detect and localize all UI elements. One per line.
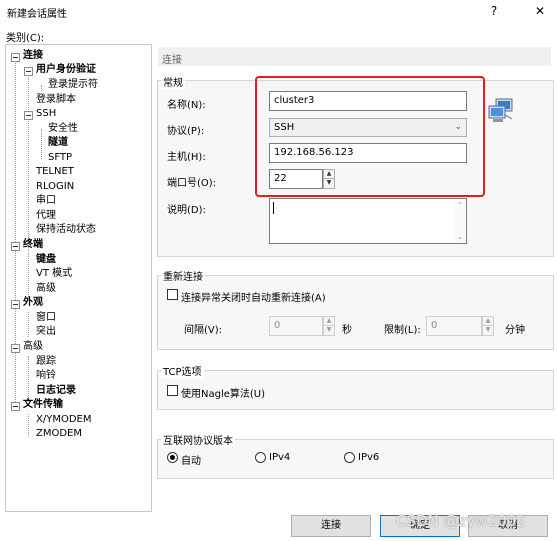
spin-down-icon[interactable]: ▼: [483, 326, 493, 335]
category-tree[interactable]: 连接 用户身份验证 登录提示符 登录脚本 SSH 安全性 隧道 SFTP TEL…: [5, 44, 152, 512]
description-label: 说明(D):: [167, 205, 206, 216]
collapse-icon[interactable]: [11, 242, 20, 251]
collapse-icon[interactable]: [11, 402, 20, 411]
tree-item-xymodem[interactable]: X/YMODEM: [36, 413, 91, 427]
host-label: 主机(H):: [167, 152, 206, 163]
ipv4-radio[interactable]: [255, 452, 266, 463]
ip-version-group-title: 互联网协议版本: [161, 432, 235, 447]
collapse-icon[interactable]: [24, 111, 33, 120]
tree-item-logging[interactable]: 日志记录: [36, 384, 76, 398]
tree-item-security[interactable]: 安全性: [48, 122, 78, 136]
collapse-icon[interactable]: [24, 67, 33, 76]
collapse-icon[interactable]: [11, 53, 20, 62]
tree-item-login-prompt[interactable]: 登录提示符: [48, 78, 98, 92]
general-group-title: 常规: [161, 74, 185, 89]
tree-item-ssh[interactable]: SSH: [36, 107, 56, 121]
interval-unit: 秒: [342, 325, 352, 336]
tree-item-terminal[interactable]: 终端: [23, 238, 43, 252]
tree-item-bell[interactable]: 响铃: [36, 369, 56, 383]
tree-item-zmodem[interactable]: ZMODEM: [36, 427, 82, 441]
tree-item-file-transfer[interactable]: 文件传输: [23, 398, 63, 412]
computers-icon: [486, 97, 516, 125]
limit-label: 限制(L):: [384, 325, 421, 336]
tree-item-connection[interactable]: 连接: [23, 49, 43, 63]
limit-stepper[interactable]: ▲ ▼: [482, 316, 494, 336]
reconnect-group-title: 重新连接: [161, 268, 205, 283]
highlight-box: [255, 76, 485, 197]
tree-item-terminal-advanced[interactable]: 高级: [36, 282, 56, 296]
watermark: CSDN @zyw2002: [396, 512, 526, 530]
protocol-label: 协议(P):: [167, 126, 205, 137]
description-scrollbar[interactable]: ⌃ ⌄: [455, 199, 466, 243]
tree-item-keyboard[interactable]: 键盘: [36, 253, 56, 267]
tree-item-advanced[interactable]: 高级: [23, 340, 43, 354]
tree-item-highlight[interactable]: 突出: [36, 325, 56, 339]
reconnect-group: [157, 275, 554, 350]
tree-item-tunnel[interactable]: 隧道: [48, 136, 68, 150]
tree-item-login-script[interactable]: 登录脚本: [36, 93, 76, 107]
connect-button[interactable]: 连接: [291, 515, 371, 537]
category-label: 类别(C):: [6, 33, 45, 44]
panel-header: [158, 47, 551, 66]
interval-stepper[interactable]: ▲ ▼: [323, 316, 335, 336]
tree-item-proxy[interactable]: 代理: [36, 209, 56, 223]
ipv6-label: IPv6: [358, 452, 380, 463]
help-button[interactable]: ?: [484, 2, 504, 20]
ip-auto-radio[interactable]: [167, 452, 178, 463]
text-caret: [273, 202, 274, 214]
auto-reconnect-checkbox[interactable]: [167, 289, 178, 300]
ip-auto-label: 自动: [181, 456, 201, 467]
panel-header-title: 连接: [162, 55, 182, 66]
ipv4-label: IPv4: [269, 452, 291, 463]
tree-item-auth[interactable]: 用户身份验证: [36, 63, 96, 77]
tree-item-window[interactable]: 窗口: [36, 311, 56, 325]
spin-up-icon[interactable]: ▲: [483, 317, 493, 326]
limit-field[interactable]: 0: [426, 316, 482, 336]
close-button[interactable]: ✕: [530, 2, 550, 20]
tree-item-trace[interactable]: 跟踪: [36, 355, 56, 369]
nagle-label: 使用Nagle算法(U): [181, 389, 266, 400]
description-field[interactable]: [269, 198, 467, 244]
tcp-group-title: TCP选项: [161, 363, 204, 378]
scroll-up-icon[interactable]: ⌃: [457, 201, 463, 209]
tree-item-sftp[interactable]: SFTP: [48, 151, 72, 165]
name-label: 名称(N):: [167, 100, 206, 111]
tree-item-rlogin[interactable]: RLOGIN: [36, 180, 74, 194]
tree-item-vt-mode[interactable]: VT 模式: [36, 267, 72, 281]
collapse-icon[interactable]: [11, 300, 20, 309]
spin-down-icon[interactable]: ▼: [324, 326, 334, 335]
tree-item-telnet[interactable]: TELNET: [36, 165, 74, 179]
port-label: 端口号(O):: [167, 178, 217, 189]
window-title: 新建会话属性: [7, 9, 67, 20]
auto-reconnect-label: 连接异常关闭时自动重新连接(A): [181, 293, 326, 304]
nagle-checkbox[interactable]: [167, 385, 178, 396]
ipv6-radio[interactable]: [344, 452, 355, 463]
collapse-icon[interactable]: [11, 344, 20, 353]
interval-label: 间隔(V):: [184, 325, 223, 336]
scroll-down-icon[interactable]: ⌄: [457, 233, 463, 241]
tree-item-serial[interactable]: 串口: [36, 194, 56, 208]
interval-field[interactable]: 0: [269, 316, 323, 336]
limit-unit: 分钟: [505, 325, 525, 336]
tree-item-appearance[interactable]: 外观: [23, 296, 43, 310]
spin-up-icon[interactable]: ▲: [324, 317, 334, 326]
tree-item-keepalive[interactable]: 保持活动状态: [36, 223, 96, 237]
